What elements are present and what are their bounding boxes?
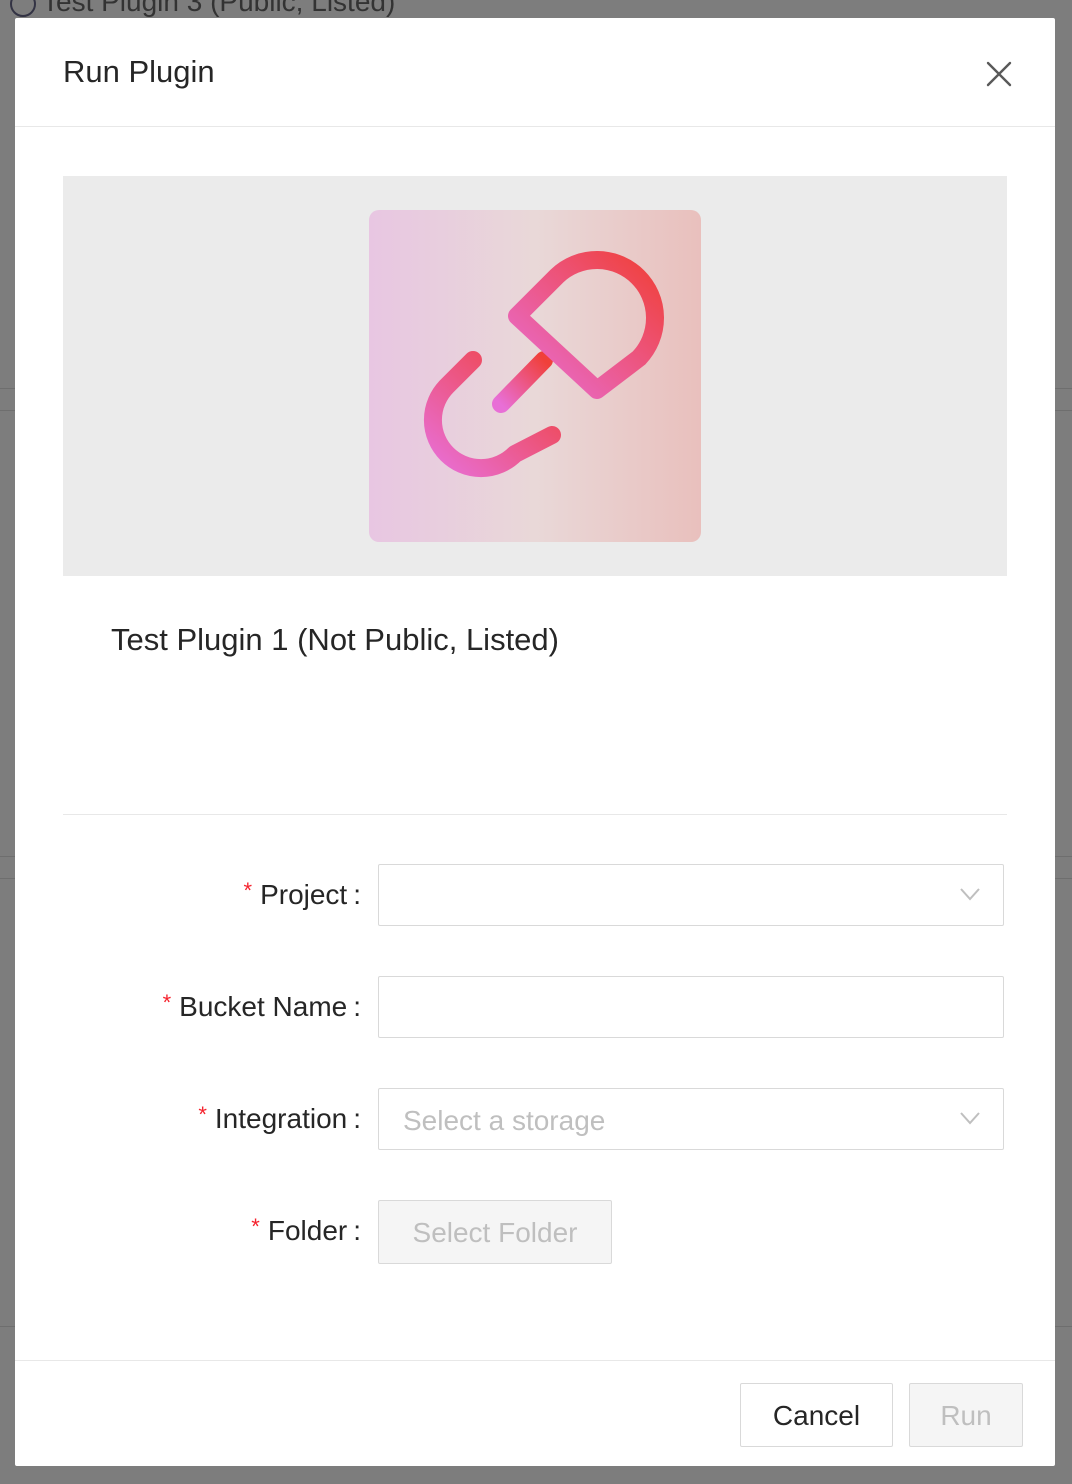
integration-row: * Integration: Select a storage (15, 1088, 1055, 1152)
plugin-preview (63, 176, 1007, 576)
link-icon (423, 251, 664, 478)
modal-header: Run Plugin (15, 18, 1055, 127)
plugin-name: Test Plugin 1 (Not Public, Listed) (111, 622, 559, 657)
chevron-down-icon (960, 1112, 980, 1125)
modal-footer: Cancel Run (15, 1360, 1055, 1467)
globe-icon (10, 0, 36, 17)
folder-label: * Folder: (251, 1214, 361, 1246)
background-page-title: Test Plugin 3 (Public, Listed) (10, 0, 395, 18)
project-select[interactable] (378, 864, 1004, 926)
close-button[interactable] (981, 56, 1017, 92)
folder-row: * Folder: Select Folder (15, 1200, 1055, 1264)
close-icon (986, 61, 1012, 87)
plugin-logo (369, 210, 701, 542)
modal-title: Run Plugin (63, 54, 215, 89)
required-asterisk: * (251, 1214, 260, 1239)
chevron-down-icon (960, 888, 980, 901)
section-divider (63, 814, 1007, 815)
required-asterisk: * (243, 878, 253, 903)
integration-select[interactable]: Select a storage (378, 1088, 1004, 1150)
bucket-name-label: * Bucket Name: (162, 990, 361, 1022)
run-plugin-modal: Run Plugin Test Plugin 1 (Not Public, Li… (15, 18, 1055, 1466)
bucket-name-input[interactable] (378, 976, 1004, 1038)
bucket-name-row: * Bucket Name: (15, 976, 1055, 1040)
integration-placeholder: Select a storage (403, 1105, 606, 1136)
project-row: * Project: (15, 864, 1055, 928)
select-folder-button[interactable]: Select Folder (378, 1200, 612, 1264)
required-asterisk: * (162, 990, 172, 1015)
required-asterisk: * (198, 1102, 207, 1127)
run-button[interactable]: Run (909, 1383, 1023, 1447)
integration-label: * Integration: (198, 1102, 361, 1134)
cancel-button[interactable]: Cancel (740, 1383, 893, 1447)
project-label: * Project: (243, 878, 362, 910)
